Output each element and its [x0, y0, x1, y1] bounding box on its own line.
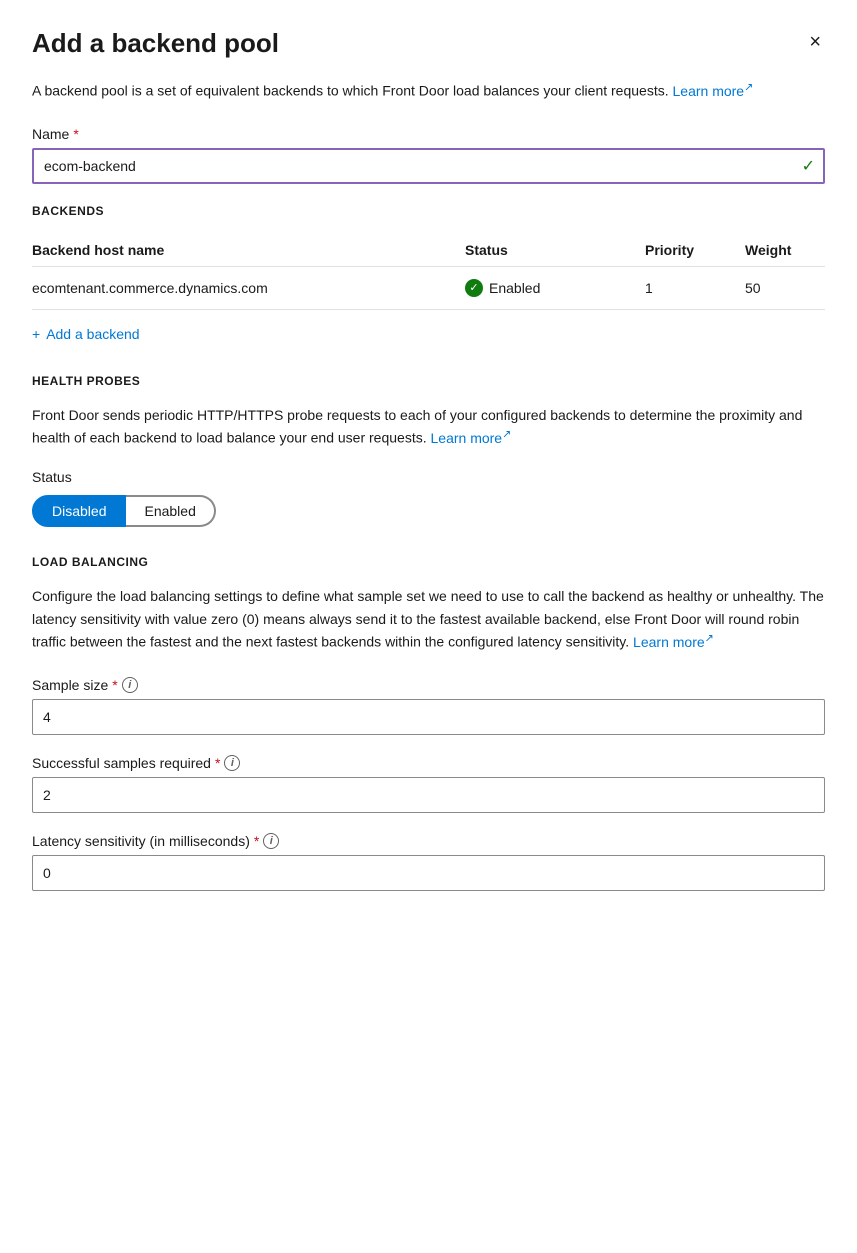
sample-size-input[interactable] [32, 699, 825, 735]
add-icon: + [32, 326, 40, 342]
cell-priority: 1 [645, 280, 745, 296]
panel-description: A backend pool is a set of equivalent ba… [32, 79, 825, 102]
health-probes-heading: HEALTH PROBES [32, 374, 825, 388]
panel-header: Add a backend pool × [32, 28, 825, 59]
backends-table: Backend host name Status Priority Weight… [32, 234, 825, 310]
successful-samples-field-group: Successful samples required * i [32, 755, 825, 813]
col-status: Status [465, 242, 645, 258]
latency-sensitivity-field-group: Latency sensitivity (in milliseconds) * … [32, 833, 825, 891]
sample-size-label: Sample size * i [32, 677, 825, 693]
sample-size-field-group: Sample size * i [32, 677, 825, 735]
panel-title: Add a backend pool [32, 28, 279, 59]
load-balancing-heading: LOAD BALANCING [32, 555, 825, 569]
cell-status: ✓ Enabled [465, 279, 645, 297]
name-input-wrapper: ✓ [32, 148, 825, 184]
table-header: Backend host name Status Priority Weight [32, 234, 825, 267]
successful-samples-input[interactable] [32, 777, 825, 813]
health-probes-status-label: Status [32, 469, 825, 485]
name-input[interactable] [32, 148, 825, 184]
toggle-enabled-button[interactable]: Enabled [126, 495, 215, 527]
add-backend-button[interactable]: + Add a backend [32, 318, 140, 350]
sample-size-info-icon[interactable]: i [122, 677, 138, 693]
add-backend-pool-panel: Add a backend pool × A backend pool is a… [0, 0, 857, 1253]
name-required-indicator: * [73, 126, 78, 142]
lb-ext-icon: ↗ [705, 632, 714, 644]
latency-sensitivity-info-icon[interactable]: i [263, 833, 279, 849]
close-button[interactable]: × [805, 28, 825, 56]
health-probes-description: Front Door sends periodic HTTP/HTTPS pro… [32, 404, 825, 449]
load-balancing-section: LOAD BALANCING Configure the load balanc… [32, 555, 825, 891]
backends-section: BACKENDS Backend host name Status Priori… [32, 204, 825, 350]
col-weight: Weight [745, 242, 825, 258]
col-priority: Priority [645, 242, 745, 258]
health-probes-section: HEALTH PROBES Front Door sends periodic … [32, 374, 825, 555]
cell-host: ecomtenant.commerce.dynamics.com [32, 280, 465, 296]
health-probes-learn-more-link[interactable]: Learn more↗ [431, 430, 512, 446]
description-learn-more-link[interactable]: Learn more↗ [673, 83, 754, 99]
load-balancing-description: Configure the load balancing settings to… [32, 585, 825, 653]
name-field-group: Name * ✓ [32, 126, 825, 184]
toggle-disabled-button[interactable]: Disabled [32, 495, 126, 527]
sample-size-input-wrapper [32, 699, 825, 735]
external-link-icon: ↗ [744, 81, 753, 93]
latency-sensitivity-input[interactable] [32, 855, 825, 891]
latency-sensitivity-label: Latency sensitivity (in milliseconds) * … [32, 833, 825, 849]
successful-samples-label: Successful samples required * i [32, 755, 825, 771]
name-check-icon: ✓ [802, 156, 815, 176]
successful-samples-required: * [215, 755, 220, 771]
sample-size-required: * [112, 677, 117, 693]
health-probes-toggle-group: Disabled Enabled [32, 495, 216, 527]
name-field-label: Name * [32, 126, 825, 142]
successful-samples-input-wrapper [32, 777, 825, 813]
cell-weight: 50 [745, 280, 825, 296]
latency-sensitivity-required: * [254, 833, 259, 849]
health-probes-ext-icon: ↗ [502, 428, 511, 440]
backends-heading: BACKENDS [32, 204, 825, 218]
load-balancing-learn-more-link[interactable]: Learn more↗ [633, 634, 714, 650]
status-enabled-icon: ✓ [465, 279, 483, 297]
table-row: ecomtenant.commerce.dynamics.com ✓ Enabl… [32, 267, 825, 310]
latency-sensitivity-input-wrapper [32, 855, 825, 891]
col-host: Backend host name [32, 242, 465, 258]
successful-samples-info-icon[interactable]: i [224, 755, 240, 771]
